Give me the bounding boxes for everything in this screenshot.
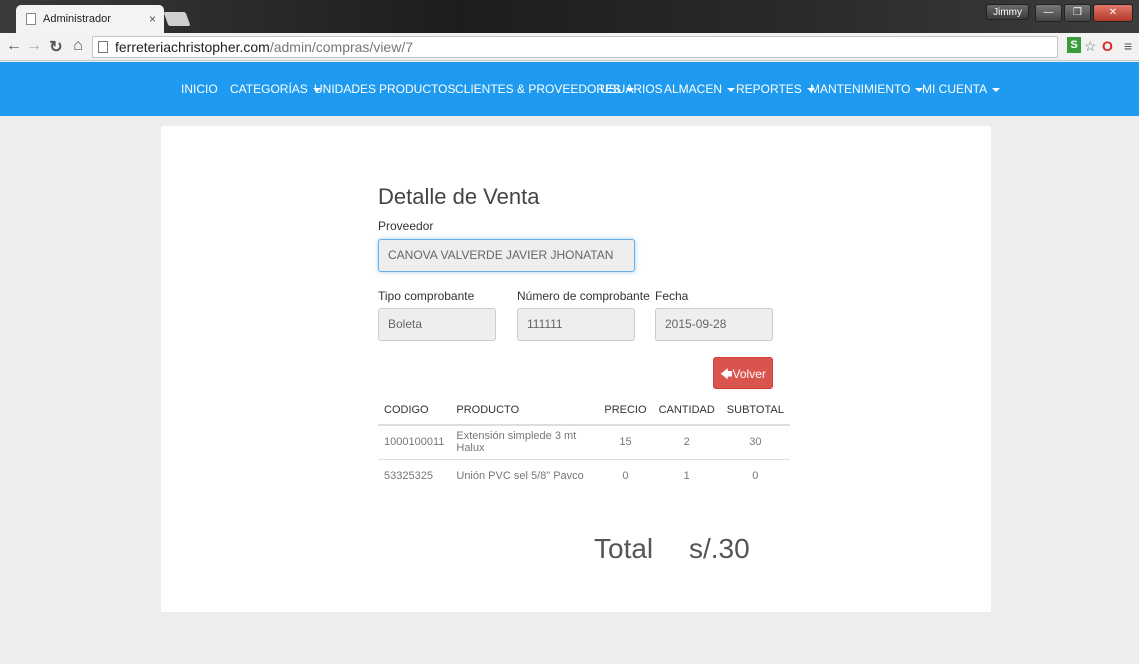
nav-almacen[interactable]: ALMACEN: [664, 82, 736, 96]
arrow-left-icon: 🡄: [720, 367, 733, 381]
col-codigo: CODIGO: [378, 395, 451, 426]
col-cantidad: CANTIDAD: [652, 395, 721, 426]
url-host: ferreteriachristopher.com: [115, 39, 270, 55]
url-path: /admin/compras/view/7: [269, 39, 414, 55]
restore-button[interactable]: ❒: [1064, 4, 1091, 22]
nav-unidades[interactable]: UNIDADES: [314, 82, 376, 96]
window-controls: Jimmy — ❒ ✕: [986, 4, 1133, 22]
address-bar[interactable]: ferreteriachristopher.com/admin/compras/…: [92, 36, 1058, 58]
col-precio: PRECIO: [598, 395, 653, 426]
nav-inicio[interactable]: INICIO: [181, 82, 218, 96]
nav-label: REPORTES: [736, 82, 802, 96]
table-header-row: CODIGO PRODUCTO PRECIO CANTIDAD SUBTOTAL: [378, 395, 790, 426]
extension-s-icon[interactable]: S: [1067, 37, 1081, 53]
cell-cantidad: 2: [652, 425, 721, 460]
fecha-field[interactable]: 2015-09-28: [655, 308, 773, 341]
page-title: Detalle de Venta: [378, 184, 540, 209]
nav-label: UNIDADES: [314, 82, 377, 96]
page-icon: [26, 13, 36, 25]
main-navbar: INICIO CATEGORÍAS UNIDADES PRODUCTOS CLI…: [0, 62, 1139, 116]
opera-extension-icon[interactable]: O: [1102, 38, 1113, 54]
volver-button[interactable]: 🡄Volver: [713, 357, 773, 389]
nav-label: ALMACEN: [664, 82, 723, 96]
tipo-comprobante-field[interactable]: Boleta: [378, 308, 496, 341]
user-badge[interactable]: Jimmy: [986, 4, 1029, 20]
content-panel: [161, 126, 991, 612]
cell-producto: Extensión simplede 3 mt Halux: [450, 425, 599, 460]
nav-label: CATEGORÍAS: [230, 82, 308, 96]
table-row: 1000100011 Extensión simplede 3 mt Halux…: [378, 425, 790, 460]
col-producto: PRODUCTO: [450, 395, 599, 426]
cell-precio: 15: [598, 425, 653, 460]
cell-producto: Unión PVC sel 5/8" Pavco: [456, 470, 584, 483]
forward-arrow-icon[interactable]: →: [26, 37, 42, 55]
nav-categorias[interactable]: CATEGORÍAS: [230, 82, 321, 96]
cell-subtotal: 0: [752, 470, 759, 483]
new-tab-button[interactable]: [163, 12, 191, 26]
nav-mantenimiento[interactable]: MANTENIMIENTO: [810, 82, 924, 96]
bookmark-star-icon[interactable]: ☆: [1084, 38, 1097, 55]
nav-label: MI CUENTA: [922, 82, 988, 96]
cell-codigo: 53325325: [384, 470, 433, 483]
nav-label: INICIO: [181, 82, 218, 96]
proveedor-label: Proveedor: [378, 219, 434, 233]
browser-titlebar: Administrador × Jimmy — ❒ ✕: [0, 0, 1139, 33]
cell-subtotal: 30: [720, 425, 790, 460]
nav-reportes[interactable]: REPORTES: [736, 82, 815, 96]
tab-close-icon[interactable]: ×: [149, 12, 156, 26]
tipo-comprobante-label: Tipo comprobante: [378, 289, 475, 303]
caret-down-icon: [992, 87, 1001, 92]
nav-usuarios[interactable]: USUARIOS: [600, 82, 663, 96]
col-subtotal: SUBTOTAL: [720, 395, 790, 426]
fecha-label: Fecha: [655, 289, 689, 303]
total-label: Total: [594, 533, 654, 564]
proveedor-field[interactable]: CANOVA VALVERDE JAVIER JHONATAN: [378, 239, 635, 272]
nav-label: MANTENIMIENTO: [810, 82, 911, 96]
page-icon: [98, 41, 108, 53]
nav-label: CLIENTES & PROVEEDORES: [455, 82, 622, 96]
numero-comprobante-field[interactable]: 111111: [517, 308, 635, 341]
nav-productos[interactable]: PRODUCTOS: [379, 82, 455, 96]
back-arrow-icon[interactable]: ←: [6, 37, 22, 55]
nav-mi-cuenta[interactable]: MI CUENTA: [922, 82, 1001, 96]
cell-cantidad: 1: [683, 470, 690, 483]
total-value: s/.30: [689, 533, 750, 564]
table-row: 53325325 Unión PVC sel 5/8" Pavco 0 1 0: [378, 459, 790, 493]
volver-label: Volver: [732, 367, 766, 381]
cell-codigo: 1000100011: [378, 425, 451, 460]
items-table: CODIGO PRODUCTO PRECIO CANTIDAD SUBTOTAL…: [378, 395, 790, 493]
browser-tab[interactable]: Administrador ×: [16, 5, 164, 33]
caret-down-icon: [727, 87, 736, 92]
menu-icon[interactable]: ≡: [1124, 38, 1132, 54]
home-icon[interactable]: ⌂: [70, 37, 86, 55]
reload-icon[interactable]: ↻: [48, 37, 64, 57]
cell-precio: 0: [622, 470, 629, 483]
nav-label: USUARIOS: [600, 82, 663, 96]
browser-toolbar: ← → ↻ ⌂ ferreteriachristopher.com/admin/…: [0, 33, 1139, 61]
tab-title: Administrador: [43, 13, 111, 25]
numero-comprobante-label: Número de comprobante: [517, 289, 650, 303]
nav-label: PRODUCTOS: [379, 82, 456, 96]
window-close-button[interactable]: ✕: [1093, 4, 1133, 22]
minimize-button[interactable]: —: [1035, 4, 1062, 22]
